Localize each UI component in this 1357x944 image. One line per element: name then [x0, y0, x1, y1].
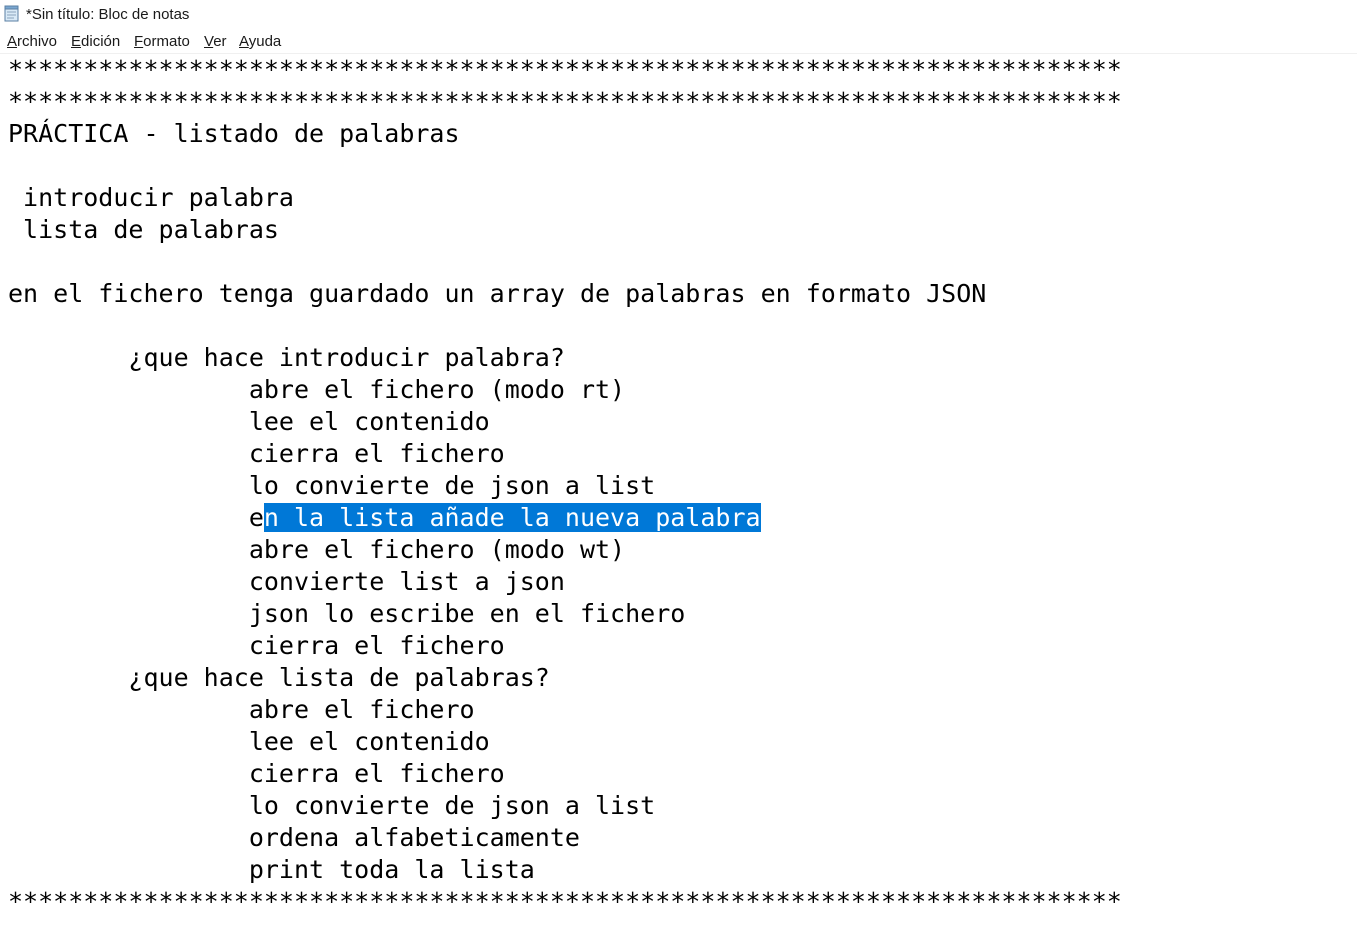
editor-line: ****************************************… [8, 55, 1122, 84]
title-bar: *Sin título: Bloc de notas [0, 0, 1357, 29]
selected-text: n la lista añade la nueva palabra [263, 503, 761, 532]
editor-line: print toda la lista [8, 855, 535, 884]
editor-line: json lo escribe en el fichero [8, 599, 686, 628]
menu-archivo[interactable]: Archivo [7, 33, 57, 50]
menu-ayuda-label: yuda [248, 33, 282, 50]
editor-line: lee el contenido [8, 727, 490, 756]
menu-ver-label: er [213, 33, 227, 50]
editor-line: cierra el fichero [8, 439, 505, 468]
menu-ayuda[interactable]: Ayuda [239, 33, 281, 50]
notepad-window: *Sin título: Bloc de notas Archivo Edici… [0, 0, 1357, 944]
menu-edicion[interactable]: Edición [71, 33, 120, 50]
menu-ver[interactable]: Ver [204, 33, 227, 50]
editor-line: cierra el fichero [8, 631, 505, 660]
editor-line: convierte list a json [8, 567, 565, 596]
editor-line: abre el fichero (modo rt) [8, 375, 626, 404]
editor-line: lo convierte de json a list [8, 471, 656, 500]
notepad-icon [4, 5, 20, 22]
menu-ayuda-mnemonic: A [239, 33, 249, 50]
editor-line: abre el fichero (modo wt) [8, 535, 626, 564]
editor-line: cierra el fichero [8, 759, 505, 788]
editor-line: ****************************************… [8, 87, 1122, 116]
menu-archivo-label: rchivo [17, 33, 58, 50]
menu-formato-label: ormato [143, 33, 190, 50]
editor-line-selected: en la lista añade la nueva palabra [8, 502, 761, 534]
editor-line: en el fichero tenga guardado un array de… [8, 279, 987, 308]
editor-line: ¿que hace introducir palabra? [8, 343, 565, 372]
editor-line: ¿que hace lista de palabras? [8, 663, 550, 692]
text-editor[interactable]: ****************************************… [0, 54, 1357, 944]
editor-line: ****************************************… [8, 887, 1122, 916]
editor-line: lista de palabras [8, 215, 279, 244]
menu-bar: Archivo Edición Formato Ver Ayuda [0, 29, 1357, 54]
window-title: *Sin título: Bloc de notas [26, 6, 190, 23]
editor-line-prefix: e [8, 503, 264, 532]
menu-formato-mnemonic: F [134, 33, 144, 50]
editor-line: abre el fichero [8, 695, 475, 724]
menu-formato[interactable]: Formato [134, 33, 190, 50]
menu-ver-mnemonic: V [204, 33, 214, 50]
editor-line: lo convierte de json a list [8, 791, 656, 820]
menu-edicion-label: dición [81, 33, 121, 50]
menu-edicion-mnemonic: E [71, 33, 82, 50]
editor-line: introducir palabra [8, 183, 294, 212]
editor-line: PRÁCTICA - listado de palabras [8, 119, 460, 148]
menu-archivo-mnemonic: A [7, 33, 18, 50]
editor-line: ordena alfabeticamente [8, 823, 580, 852]
editor-line: lee el contenido [8, 407, 490, 436]
